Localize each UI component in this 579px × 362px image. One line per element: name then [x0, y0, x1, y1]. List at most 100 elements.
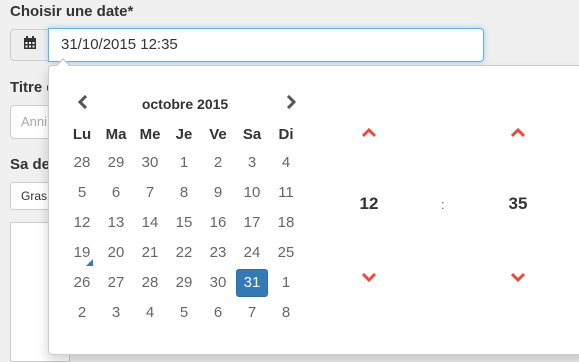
day-cell[interactable]: 27	[99, 268, 133, 298]
day-cell[interactable]: 28	[65, 148, 99, 178]
day-label: 24	[243, 244, 261, 261]
day-label: 3	[247, 154, 257, 171]
day-cell[interactable]: 31	[235, 268, 269, 298]
day-label: 19	[66, 239, 98, 267]
prev-month-button[interactable]	[69, 88, 97, 120]
day-cell[interactable]: 10	[235, 178, 269, 208]
day-cell[interactable]: 5	[167, 298, 201, 328]
day-label: 1	[281, 274, 291, 291]
day-label: 28	[73, 154, 91, 171]
minutes-value[interactable]: 35	[498, 194, 538, 214]
increment-hours-button[interactable]	[354, 122, 384, 146]
day-cell[interactable]: 2	[201, 148, 235, 178]
time-picker: 12 : 35	[335, 121, 565, 351]
day-label: 5	[77, 184, 87, 201]
decrement-minutes-button[interactable]	[503, 266, 533, 290]
day-label: 30	[141, 154, 159, 171]
day-label: 26	[73, 274, 91, 291]
day-cell[interactable]: 24	[235, 238, 269, 268]
day-cell[interactable]: 16	[201, 208, 235, 238]
day-cell[interactable]: 7	[235, 298, 269, 328]
week-row: 12 13 14 15 16 17 18	[65, 208, 303, 238]
day-label: 16	[209, 214, 227, 231]
day-cell[interactable]: 19	[65, 238, 99, 268]
day-cell[interactable]: 30	[133, 148, 167, 178]
day-cell[interactable]: 23	[201, 238, 235, 268]
day-label: 21	[141, 244, 159, 261]
week-row: 19 20 21 22 23 24 25	[65, 238, 303, 268]
day-cell[interactable]: 13	[99, 208, 133, 238]
date-input[interactable]: 31/10/2015 12:35	[48, 28, 484, 62]
calendar-icon	[23, 35, 37, 55]
day-cell[interactable]: 29	[167, 268, 201, 298]
day-label: 9	[213, 184, 223, 201]
day-label: 10	[243, 184, 261, 201]
date-label: Choisir une date*	[10, 3, 134, 20]
next-month-button[interactable]	[277, 88, 305, 120]
day-label: 12	[73, 214, 91, 231]
day-label: 14	[141, 214, 159, 231]
day-label: 23	[209, 244, 227, 261]
day-cell[interactable]: 11	[269, 178, 303, 208]
weekday-header: Je	[175, 125, 193, 143]
day-label: 7	[145, 184, 155, 201]
day-label: 8	[281, 304, 291, 321]
day-label: 4	[145, 304, 155, 321]
day-cell[interactable]: 6	[201, 298, 235, 328]
day-cell[interactable]: 1	[269, 268, 303, 298]
day-cell[interactable]: 4	[133, 298, 167, 328]
day-label: 20	[107, 244, 125, 261]
day-cell[interactable]: 30	[201, 268, 235, 298]
decrement-hours-button[interactable]	[354, 266, 384, 290]
chevron-down-icon	[361, 269, 377, 287]
day-cell[interactable]: 12	[65, 208, 99, 238]
day-cell[interactable]: 2	[65, 298, 99, 328]
day-cell[interactable]: 15	[167, 208, 201, 238]
day-cell[interactable]: 20	[99, 238, 133, 268]
day-label: 13	[107, 214, 125, 231]
day-label: 27	[107, 274, 125, 291]
day-cell[interactable]: 9	[201, 178, 235, 208]
day-cell[interactable]: 3	[99, 298, 133, 328]
day-label: 22	[175, 244, 193, 261]
day-label: 18	[277, 214, 295, 231]
day-label: 4	[281, 154, 291, 171]
day-cell[interactable]: 1	[167, 148, 201, 178]
day-cell[interactable]: 25	[269, 238, 303, 268]
day-cell[interactable]: 21	[133, 238, 167, 268]
day-cell[interactable]: 28	[133, 268, 167, 298]
day-cell[interactable]: 14	[133, 208, 167, 238]
increment-minutes-button[interactable]	[503, 122, 533, 146]
day-cell[interactable]: 8	[269, 298, 303, 328]
weekday-header: Ve	[209, 125, 227, 143]
day-cell[interactable]: 5	[65, 178, 99, 208]
week-row: 2 3 4 5 6 7 8	[65, 298, 303, 328]
day-cell[interactable]: 22	[167, 238, 201, 268]
day-cell[interactable]: 3	[235, 148, 269, 178]
day-cell[interactable]: 17	[235, 208, 269, 238]
day-label: 29	[107, 154, 125, 171]
weekday-header: Sa	[242, 125, 262, 143]
weekday-header: Ma	[105, 125, 127, 143]
weekday-header: Di	[278, 125, 294, 143]
hours-value[interactable]: 12	[349, 194, 389, 214]
days-table: Lu Ma Me Je Ve Sa Di 28 29 30 1 2 3 4 5 6 7 8 9 10 11 12 13 14…	[65, 120, 303, 328]
day-label: 31	[236, 269, 268, 297]
day-cell[interactable]: 4	[269, 148, 303, 178]
calendar-addon[interactable]	[10, 29, 48, 61]
day-label: 28	[141, 274, 159, 291]
day-cell[interactable]: 26	[65, 268, 99, 298]
day-cell[interactable]: 7	[133, 178, 167, 208]
day-label: 11	[278, 184, 294, 201]
day-cell[interactable]: 29	[99, 148, 133, 178]
day-label: 5	[179, 304, 189, 321]
day-label: 15	[175, 214, 193, 231]
time-separator: :	[441, 197, 445, 212]
day-cell[interactable]: 18	[269, 208, 303, 238]
day-cell[interactable]: 8	[167, 178, 201, 208]
day-cell[interactable]: 6	[99, 178, 133, 208]
month-switch[interactable]: octobre 2015	[107, 88, 263, 120]
weekday-header: Lu	[72, 125, 92, 143]
day-label: 6	[111, 184, 121, 201]
day-label: 8	[179, 184, 189, 201]
